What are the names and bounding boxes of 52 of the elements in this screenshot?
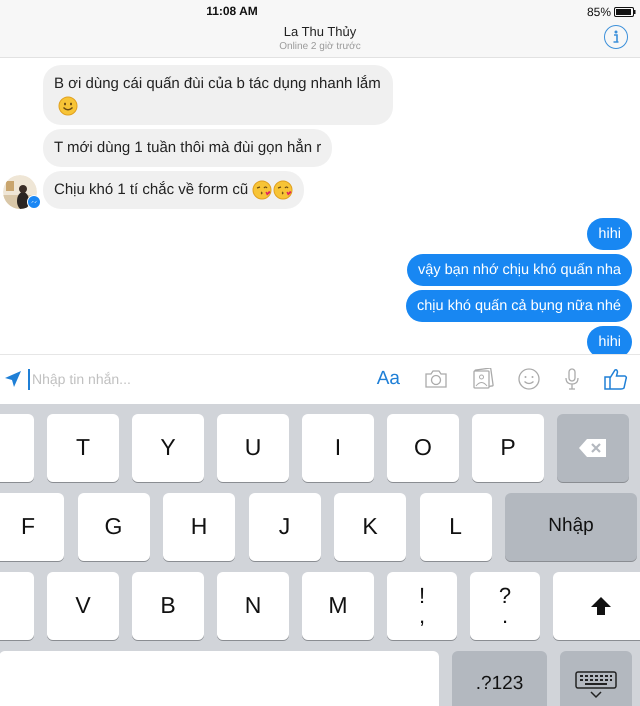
keyboard-key[interactable]: F	[0, 492, 64, 560]
kissing-face-icon	[252, 180, 272, 200]
keyboard-key[interactable]: J	[248, 492, 320, 560]
keyboard-key[interactable]: G	[78, 492, 150, 560]
message-text: hihi	[598, 334, 621, 350]
messenger-badge-icon	[27, 195, 41, 209]
keyboard-key[interactable]: T	[47, 414, 119, 482]
status-time: 11:08 AM	[206, 3, 258, 20]
message-text: T mới dùng 1 tuần thôi mà đùi gọn hẳn r	[54, 139, 322, 156]
keyboard-key[interactable]: ! ,	[387, 572, 457, 640]
keyboard-key[interactable]: P	[472, 414, 544, 482]
keyboard-key[interactable]: O	[387, 414, 459, 482]
gallery-icon[interactable]	[472, 368, 494, 390]
backspace-key[interactable]	[557, 414, 629, 482]
info-button[interactable]	[604, 25, 628, 49]
battery-icon	[614, 7, 636, 17]
kissing-face-icon	[273, 180, 294, 200]
thumbs-up-icon[interactable]	[604, 368, 628, 390]
message-text: chịu khó quấn cả bụng nữa nhé	[416, 298, 621, 314]
return-key[interactable]: Nhập	[505, 492, 637, 560]
contact-name: La Thu Thủy	[284, 24, 356, 40]
keyboard-key[interactable]: Y	[132, 414, 204, 482]
backspace-icon	[578, 438, 608, 458]
font-button[interactable]: Aa	[376, 364, 400, 394]
keyboard-key[interactable]: M	[302, 572, 374, 640]
microphone-icon[interactable]	[564, 368, 580, 390]
battery-percent: 85%	[586, 4, 611, 21]
keyboard-key[interactable]: V	[47, 572, 119, 640]
camera-icon[interactable]	[424, 369, 448, 389]
shift-icon	[590, 596, 612, 616]
keyboard-key[interactable]: ? .	[470, 572, 540, 640]
contact-status: Online 2 giờ trước	[279, 40, 361, 54]
smiley-icon[interactable]	[518, 368, 540, 390]
keyboard-hide-icon	[575, 670, 617, 698]
keyboard-key[interactable]: K	[334, 492, 406, 560]
smiling-face-icon	[58, 96, 78, 116]
message-text: hihi	[598, 226, 621, 242]
keyboard-key[interactable]: I	[302, 414, 374, 482]
numbers-key[interactable]: .?123	[452, 650, 547, 706]
message-text: Chịu khó 1 tí chắc về form cũ	[54, 181, 248, 198]
location-arrow-icon	[4, 370, 22, 388]
message-text: vậy bạn nhớ chịu khó quấn nha	[418, 262, 621, 278]
shift-key[interactable]	[553, 572, 640, 640]
keyboard-key[interactable]: U	[217, 414, 289, 482]
keyboard-key[interactable]: B	[132, 572, 204, 640]
message-input-field[interactable]: Nhập tin nhắn...	[28, 368, 377, 390]
keyboard-key[interactable]: N	[217, 572, 289, 640]
keyboard-key[interactable]: H	[163, 492, 235, 560]
hide-keyboard-key[interactable]	[560, 650, 632, 706]
info-icon	[613, 30, 619, 44]
message-text: B ơi dùng cái quấn đùi của b tác dụng nhanh lắm	[54, 75, 381, 92]
keyboard-key[interactable]: L	[420, 492, 492, 560]
